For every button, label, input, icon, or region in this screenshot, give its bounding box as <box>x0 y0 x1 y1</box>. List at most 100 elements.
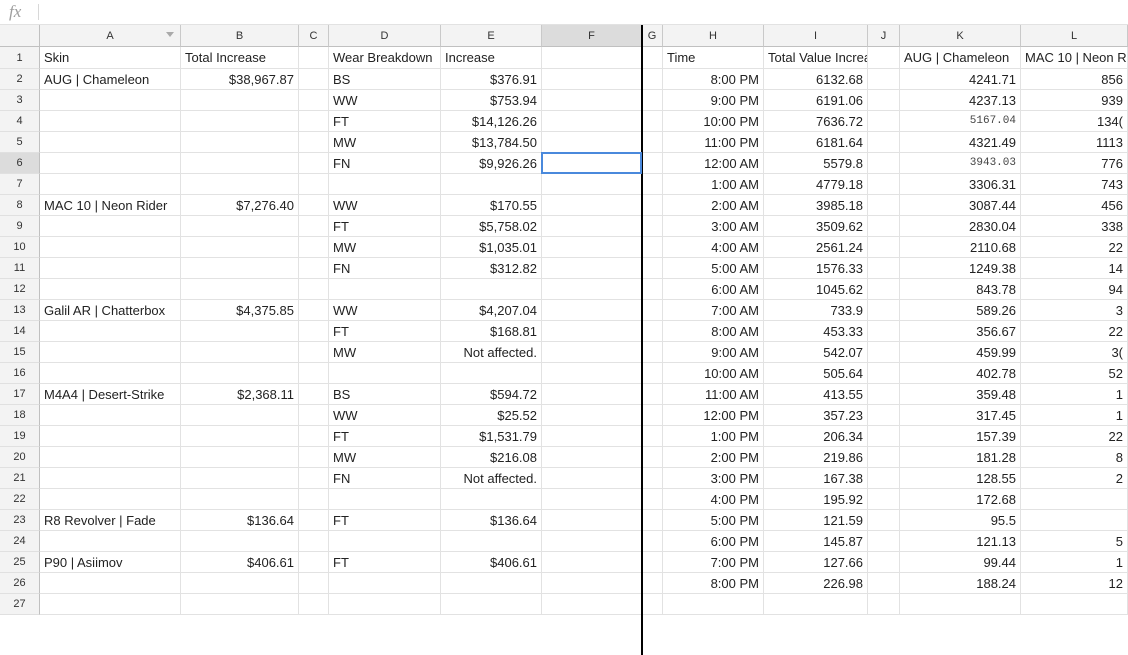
column-title[interactable]: Skin <box>40 47 181 69</box>
cell[interactable] <box>868 363 900 384</box>
cell[interactable]: 359.48 <box>900 384 1021 405</box>
cell[interactable]: 589.26 <box>900 300 1021 321</box>
cell[interactable]: 12:00 PM <box>663 405 764 426</box>
row-header[interactable]: 4 <box>0 111 40 132</box>
cell[interactable] <box>642 447 663 468</box>
cell[interactable]: 52 <box>1021 363 1128 384</box>
cell[interactable]: 226.98 <box>764 573 868 594</box>
cell[interactable]: 9:00 PM <box>663 90 764 111</box>
cell[interactable]: 1:00 PM <box>663 426 764 447</box>
cell[interactable]: MW <box>329 132 441 153</box>
filter-dropdown-icon[interactable] <box>166 32 174 37</box>
cell[interactable]: 7636.72 <box>764 111 868 132</box>
cell[interactable] <box>1021 489 1128 510</box>
cell[interactable]: 3 <box>1021 300 1128 321</box>
cell[interactable]: $1,035.01 <box>441 237 542 258</box>
cell[interactable]: 8:00 PM <box>663 573 764 594</box>
cell[interactable] <box>181 405 299 426</box>
cell[interactable]: 356.67 <box>900 321 1021 342</box>
cell[interactable] <box>542 384 642 405</box>
cell[interactable]: Not affected. <box>441 342 542 363</box>
cell[interactable]: 94 <box>1021 279 1128 300</box>
cell[interactable]: 939 <box>1021 90 1128 111</box>
cell[interactable] <box>329 531 441 552</box>
cell[interactable] <box>542 90 642 111</box>
cell[interactable]: 856 <box>1021 69 1128 90</box>
cell[interactable]: 181.28 <box>900 447 1021 468</box>
cell[interactable]: 5:00 AM <box>663 258 764 279</box>
cell[interactable] <box>40 573 181 594</box>
cell[interactable]: $216.08 <box>441 447 542 468</box>
cell[interactable]: 7:00 AM <box>663 300 764 321</box>
cell[interactable] <box>299 489 329 510</box>
cell[interactable]: 2561.24 <box>764 237 868 258</box>
cell[interactable] <box>441 279 542 300</box>
cell[interactable] <box>40 321 181 342</box>
cell[interactable] <box>642 594 663 615</box>
cell[interactable]: 6132.68 <box>764 69 868 90</box>
cell[interactable]: 6191.06 <box>764 90 868 111</box>
cell[interactable]: 2:00 PM <box>663 447 764 468</box>
cell[interactable] <box>299 426 329 447</box>
column-header-j[interactable]: J <box>868 25 900 47</box>
cell[interactable]: 206.34 <box>764 426 868 447</box>
column-header-h[interactable]: H <box>663 25 764 47</box>
cell[interactable]: 121.13 <box>900 531 1021 552</box>
cell[interactable]: 5579.8 <box>764 153 868 174</box>
cell[interactable] <box>181 363 299 384</box>
cell[interactable] <box>299 321 329 342</box>
cell[interactable] <box>299 153 329 174</box>
row-header[interactable]: 10 <box>0 237 40 258</box>
cell[interactable]: 134( <box>1021 111 1128 132</box>
cell[interactable]: 121.59 <box>764 510 868 531</box>
column-header-g[interactable]: G <box>642 25 663 47</box>
cell[interactable] <box>329 594 441 615</box>
column-title[interactable]: Increase <box>441 47 542 69</box>
cell[interactable]: 3:00 AM <box>663 216 764 237</box>
cell[interactable]: 22 <box>1021 426 1128 447</box>
cell[interactable] <box>542 552 642 573</box>
row-header[interactable]: 25 <box>0 552 40 573</box>
cell[interactable] <box>542 279 642 300</box>
cell[interactable]: 3306.31 <box>900 174 1021 195</box>
cell[interactable] <box>642 321 663 342</box>
row-header[interactable]: 18 <box>0 405 40 426</box>
cell[interactable]: 1 <box>1021 384 1128 405</box>
cell[interactable] <box>299 384 329 405</box>
cell[interactable]: 1 <box>1021 405 1128 426</box>
cell[interactable] <box>642 153 663 174</box>
cell[interactable]: 7:00 PM <box>663 552 764 573</box>
cell[interactable] <box>299 363 329 384</box>
column-header-b[interactable]: B <box>181 25 299 47</box>
cell[interactable] <box>40 279 181 300</box>
cell[interactable] <box>181 237 299 258</box>
column-header-f[interactable]: F <box>542 25 642 47</box>
cell[interactable]: $594.72 <box>441 384 542 405</box>
cell[interactable]: 6181.64 <box>764 132 868 153</box>
row-header[interactable]: 13 <box>0 300 40 321</box>
cell[interactable]: 2830.04 <box>900 216 1021 237</box>
cell[interactable]: 3509.62 <box>764 216 868 237</box>
row-header[interactable]: 14 <box>0 321 40 342</box>
cell[interactable]: P90 | Asiimov <box>40 552 181 573</box>
row-header[interactable]: 27 <box>0 594 40 615</box>
cell[interactable] <box>181 468 299 489</box>
cell[interactable] <box>181 594 299 615</box>
select-all-corner[interactable] <box>0 25 40 47</box>
cell[interactable] <box>642 363 663 384</box>
cell[interactable]: $13,784.50 <box>441 132 542 153</box>
cell[interactable] <box>181 447 299 468</box>
cell[interactable] <box>40 132 181 153</box>
row-header[interactable]: 23 <box>0 510 40 531</box>
cell[interactable]: 413.55 <box>764 384 868 405</box>
cell[interactable] <box>642 342 663 363</box>
cell[interactable] <box>542 237 642 258</box>
cell[interactable] <box>542 132 642 153</box>
cell[interactable] <box>868 237 900 258</box>
cell[interactable] <box>868 279 900 300</box>
row-header[interactable]: 7 <box>0 174 40 195</box>
cell[interactable]: 157.39 <box>900 426 1021 447</box>
cell[interactable]: 22 <box>1021 237 1128 258</box>
cell[interactable]: $4,207.04 <box>441 300 542 321</box>
cell[interactable] <box>868 111 900 132</box>
